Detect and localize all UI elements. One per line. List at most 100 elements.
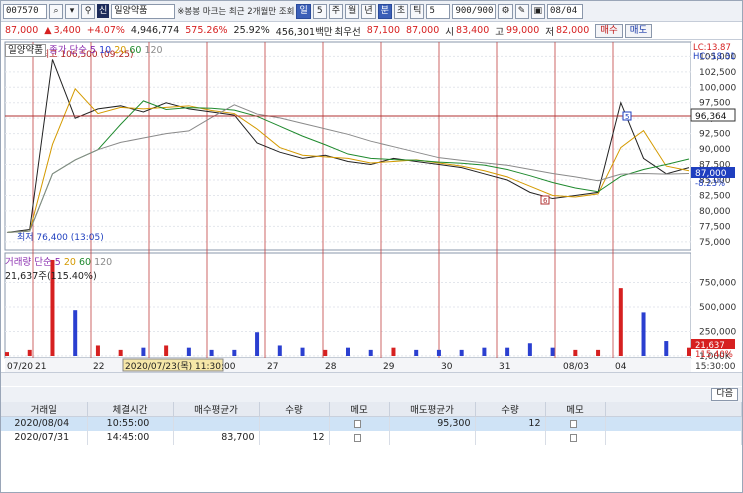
date-field[interactable]: 08/04	[547, 3, 584, 19]
volume-bar	[414, 349, 419, 356]
cell-buy-memo[interactable]	[329, 430, 390, 445]
notice-text: ※봉봉 마크는 최근 2개월만 조회	[177, 7, 295, 17]
col-trade-date[interactable]: 거래일	[1, 402, 88, 417]
volume-bar	[664, 341, 669, 356]
volume-bar	[346, 347, 350, 356]
tool-icon[interactable]: ✎	[514, 3, 529, 19]
period-minute-button[interactable]: 분	[377, 3, 392, 19]
volume-bar	[232, 349, 237, 356]
volume-bar	[436, 349, 441, 356]
x-tick-label: 31	[499, 362, 510, 372]
col-empty	[605, 402, 742, 417]
buy-button[interactable]: 매수	[595, 23, 623, 38]
trade-table: 거래일 체결시간 매수평균가 수량 메모 매도평균가 수량 메모 2020/08…	[1, 402, 742, 445]
price-tick-label: 75,000	[699, 238, 731, 248]
next-button[interactable]: 다음	[711, 388, 738, 401]
memo-icon[interactable]	[569, 433, 577, 442]
price-legend: 일양약품 종가 단순 5 10 20 60 120	[5, 42, 163, 57]
volume-pct-text: 115.40%	[695, 350, 733, 360]
x-tick-label: 27	[267, 362, 278, 372]
current-price-tag-text: 87,000	[695, 169, 727, 179]
volume-bar	[573, 349, 578, 356]
cell-empty	[605, 416, 742, 431]
change-arrow: ▲	[44, 25, 52, 36]
x-tick-label: 07/20	[7, 362, 33, 372]
credit-badge: 신	[97, 4, 110, 18]
best-bid: 87,000	[406, 25, 440, 36]
col-sell-qty[interactable]: 수량	[475, 402, 546, 417]
time-readout: 15:30:00	[695, 362, 736, 372]
high-label: 고	[495, 26, 505, 38]
period-day-button[interactable]: 일	[296, 3, 311, 19]
price-tick-label: 100,000	[699, 83, 736, 93]
range-field[interactable]: 900/900	[452, 3, 497, 19]
cell-sell-memo[interactable]	[545, 416, 606, 431]
period-tick-button[interactable]: 틱	[410, 3, 425, 19]
current-pct-text: -8.23%	[695, 179, 725, 189]
memo-icon[interactable]	[353, 419, 361, 428]
volume-bar	[505, 347, 510, 356]
memo-icon[interactable]	[569, 419, 577, 428]
period-year-button[interactable]: 년	[361, 3, 376, 19]
period-count-select[interactable]: 5	[312, 3, 327, 19]
col-sell-memo[interactable]: 메모	[545, 402, 606, 417]
volume-bar	[209, 349, 214, 356]
period-month-button[interactable]: 월	[345, 3, 360, 19]
cell-time: 10:55:00	[87, 416, 174, 431]
volume-tick-label: 500,000	[699, 303, 736, 313]
cell-buy-memo[interactable]	[329, 416, 390, 431]
chart-scrollbar[interactable]	[1, 372, 742, 386]
x-tick-label: 08/03	[563, 362, 589, 372]
volume-bar	[550, 347, 555, 356]
chart-window: 007570 ⌕ ▾ ⚲ 신 일양약품 ※봉봉 마크는 최근 2개월만 조회 일…	[0, 0, 743, 493]
lock-icon[interactable]: ⚲	[81, 3, 95, 19]
save-icon[interactable]: ▣	[530, 3, 546, 19]
legend-vol-60: 60	[78, 257, 92, 268]
price-tick-label: 97,500	[699, 99, 731, 109]
table-row[interactable]: 2020/07/31 14:45:00 83,700 12	[1, 430, 742, 445]
x-tick-label: 28	[325, 362, 337, 372]
cell-time: 14:45:00	[87, 430, 174, 445]
indicator-icon[interactable]: ⚙	[498, 3, 513, 19]
sell-button[interactable]: 매도	[624, 23, 653, 38]
legend-ma-120: 120	[144, 45, 163, 56]
current-price: 87,000	[5, 25, 39, 36]
dropdown-icon[interactable]: ▾	[65, 3, 79, 19]
cell-sell-avg: 95,300	[389, 416, 476, 431]
volume-bar	[618, 288, 623, 356]
volume-bar	[141, 347, 146, 356]
low-label: 저	[545, 26, 555, 38]
col-buy-qty[interactable]: 수량	[259, 402, 330, 417]
cell-sell-memo[interactable]	[545, 430, 606, 445]
volume-bar	[687, 347, 691, 356]
legend-ma-5: 5	[90, 45, 97, 56]
hc-label: HC:-18.31	[693, 52, 736, 62]
table-row[interactable]: 2020/08/04 10:55:00 95,300 12	[1, 416, 742, 431]
volume-bar	[27, 349, 32, 356]
volume-bar	[596, 349, 601, 356]
col-buy-avg[interactable]: 매수평균가	[173, 402, 260, 417]
period-second-button[interactable]: 초	[393, 3, 409, 19]
crosshair-price-text: 96,364	[695, 112, 727, 122]
stock-code-input[interactable]: 007570	[3, 3, 47, 19]
trade-amount: 456,301백만	[275, 26, 333, 38]
x-tick-label: 04	[615, 362, 627, 372]
volume-value: 4,946,774	[130, 25, 180, 36]
period-week-button[interactable]: 주	[328, 3, 344, 19]
volume-tick-label: 750,000	[699, 279, 736, 289]
x-tick-label: 22	[93, 362, 104, 372]
price-tick-label: 82,500	[699, 191, 731, 201]
col-sell-avg[interactable]: 매도평균가	[389, 402, 476, 417]
memo-icon[interactable]	[353, 433, 361, 442]
volume-bar	[277, 345, 282, 356]
col-exec-time[interactable]: 체결시간	[87, 402, 174, 417]
interval-select[interactable]: 5	[426, 3, 451, 19]
price-tick-label: 102,500	[699, 68, 736, 78]
volume-bar	[641, 312, 646, 356]
chart-area[interactable]: 105,000102,500100,00097,50095,00092,5009…	[1, 40, 742, 372]
col-buy-memo[interactable]: 메모	[329, 402, 390, 417]
search-icon[interactable]: ⌕	[49, 3, 63, 19]
volume-bar	[300, 347, 305, 356]
turnover-percent: 25.92%	[233, 25, 270, 36]
volume-bar	[482, 347, 487, 356]
